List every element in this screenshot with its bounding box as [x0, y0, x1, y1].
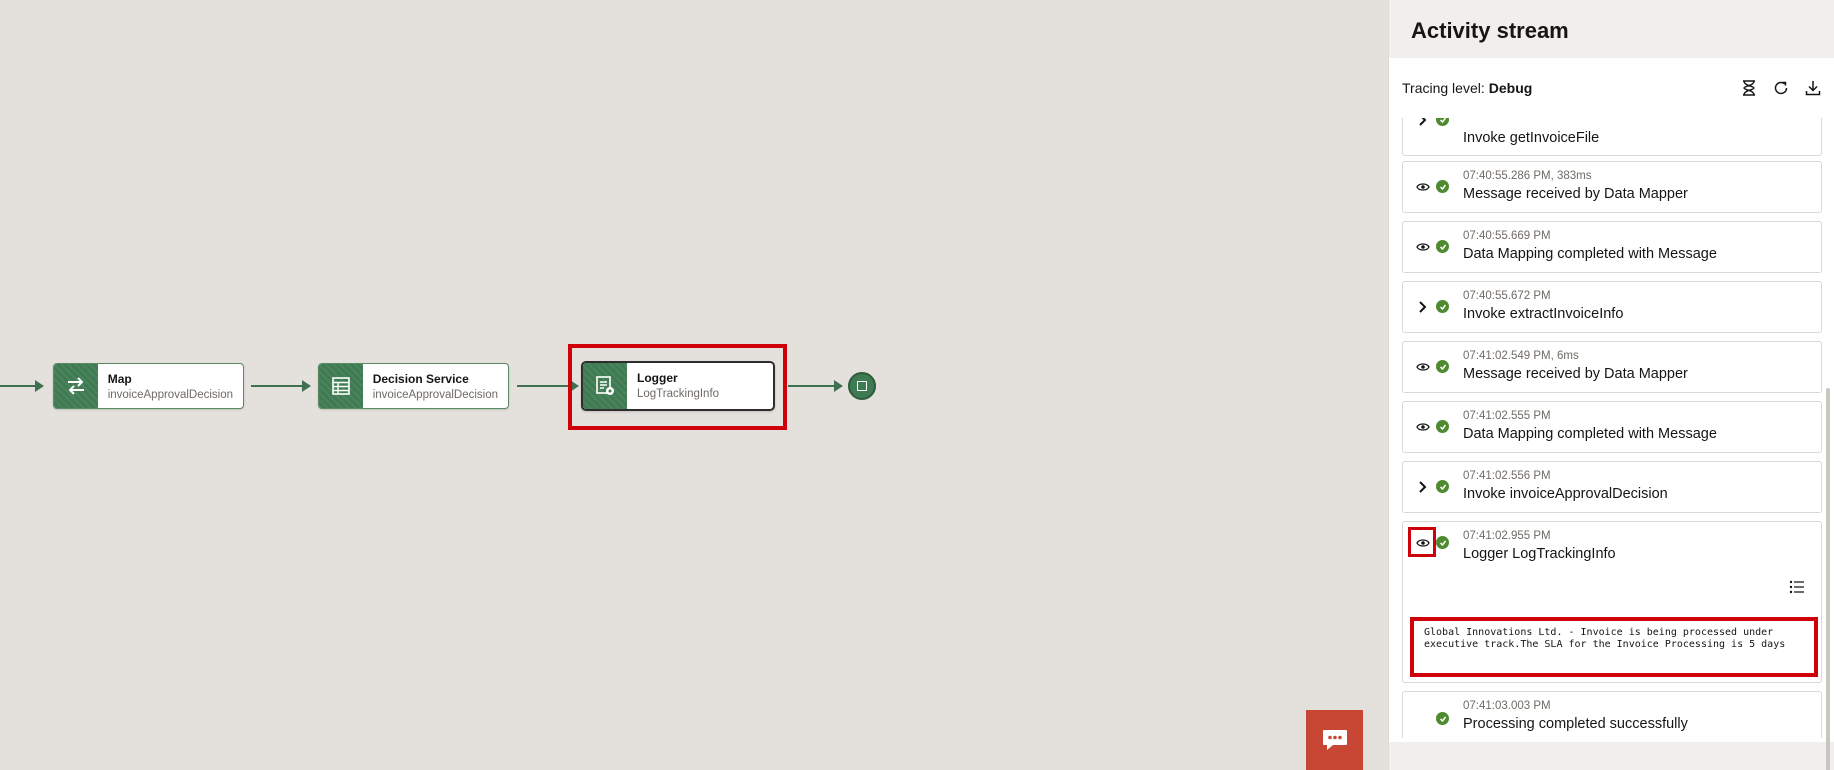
activity-label: Processing completed successfully	[1463, 716, 1688, 732]
activity-timestamp: 07:41:03.003 PM	[1463, 700, 1551, 712]
activity-timestamp: 07:40:55.672 PM	[1463, 290, 1551, 302]
hourglass-icon[interactable]	[1740, 79, 1758, 97]
tracing-level-label: Tracing level:	[1402, 80, 1485, 96]
activity-item[interactable]: 07:40:55.669 PM Data Mapping completed w…	[1402, 221, 1822, 273]
node-title: Logger	[637, 371, 678, 385]
flow-connector	[788, 385, 836, 387]
activity-label: Message received by Data Mapper	[1463, 366, 1688, 382]
check-icon	[1436, 300, 1449, 313]
node-title: Decision Service	[372, 372, 469, 386]
refresh-icon[interactable]	[1772, 79, 1790, 97]
logger-icon	[583, 363, 627, 409]
activity-label: Invoke extractInvoiceInfo	[1463, 306, 1624, 322]
check-icon	[1436, 240, 1449, 253]
activity-timestamp: 07:41:02.555 PM	[1463, 410, 1551, 422]
panel-body: Tracing level: Debug Invoke getInvoiceFi…	[1389, 58, 1834, 770]
eye-icon[interactable]	[1414, 358, 1432, 376]
check-icon	[1436, 360, 1449, 373]
activity-label: Invoke invoiceApprovalDecision	[1463, 486, 1668, 502]
check-icon	[1436, 536, 1449, 549]
chevron-right-icon[interactable]	[1414, 118, 1432, 129]
list-details-icon[interactable]	[1789, 580, 1805, 599]
activity-item[interactable]: 07:41:02.549 PM, 6ms Message received by…	[1402, 341, 1822, 393]
activity-label: Logger LogTrackingInfo	[1463, 546, 1616, 562]
arrowhead	[834, 380, 843, 392]
swap-arrows-icon	[54, 364, 98, 408]
activity-label: Message received by Data Mapper	[1463, 186, 1688, 202]
flow-connector	[517, 385, 572, 387]
activity-item-logger-expanded[interactable]: 07:41:02.955 PM Logger LogTrackingInfo G…	[1402, 521, 1822, 683]
download-icon[interactable]	[1804, 79, 1822, 97]
flow-connector	[251, 385, 304, 387]
activity-label: Invoke getInvoiceFile	[1463, 130, 1600, 146]
activity-stream-panel: Activity stream Tracing level: Debug Inv…	[1388, 0, 1834, 770]
chat-button[interactable]	[1306, 710, 1363, 770]
activity-scrollbar[interactable]	[1825, 158, 1831, 770]
chevron-right-icon[interactable]	[1414, 298, 1432, 316]
activity-item[interactable]: 07:40:55.286 PM, 383ms Message received …	[1402, 161, 1822, 213]
node-subtitle: invoiceApprovalDecision	[372, 389, 498, 401]
node-subtitle: LogTrackingInfo	[637, 388, 720, 400]
flow-connector	[0, 385, 37, 387]
panel-title: Activity stream	[1389, 0, 1834, 58]
chat-bubble-icon	[1322, 730, 1347, 750]
check-icon	[1436, 118, 1449, 126]
activity-item[interactable]: 07:41:02.555 PM Data Mapping completed w…	[1402, 401, 1822, 453]
activity-timestamp: 07:41:02.549 PM, 6ms	[1463, 350, 1579, 362]
activity-timestamp: 07:40:55.669 PM	[1463, 230, 1551, 242]
tracing-level-value: Debug	[1488, 80, 1533, 96]
chevron-right-icon[interactable]	[1414, 478, 1432, 496]
eye-icon[interactable]	[1414, 178, 1432, 196]
activity-item[interactable]: 07:41:02.556 PM Invoke invoiceApprovalDe…	[1402, 461, 1822, 513]
logger-node[interactable]: Logger LogTrackingInfo	[581, 361, 775, 411]
activity-item[interactable]: 07:41:03.003 PM Processing completed suc…	[1402, 691, 1822, 738]
check-icon	[1436, 420, 1449, 433]
check-icon	[1436, 180, 1449, 193]
table-icon	[319, 364, 363, 408]
node-title: Map	[107, 372, 132, 386]
eye-icon[interactable]	[1414, 418, 1432, 436]
map-node[interactable]: Map invoiceApprovalDecision	[53, 363, 244, 409]
activity-timestamp: 07:41:02.556 PM	[1463, 470, 1551, 482]
log-message-text: Global Innovations Ltd. - Invoice is bei…	[1410, 617, 1818, 677]
activity-list: Invoke getInvoiceFile 07:40:55.286 PM, 3…	[1402, 118, 1822, 738]
activity-item[interactable]: Invoke getInvoiceFile	[1402, 118, 1822, 156]
decision-service-node[interactable]: Decision Service invoiceApprovalDecision	[318, 363, 509, 409]
check-icon	[1436, 480, 1449, 493]
check-icon	[1436, 712, 1449, 725]
arrowhead	[35, 380, 44, 392]
activity-label: Data Mapping completed with Message	[1463, 246, 1717, 262]
activity-label: Data Mapping completed with Message	[1463, 426, 1717, 442]
eye-icon[interactable]	[1414, 238, 1432, 256]
arrowhead	[302, 380, 311, 392]
stop-icon[interactable]	[848, 372, 876, 400]
integration-canvas: Map invoiceApprovalDecision Decision Ser…	[0, 0, 1388, 770]
activity-timestamp: 07:41:02.955 PM	[1463, 530, 1551, 542]
node-subtitle: invoiceApprovalDecision	[107, 389, 233, 401]
eye-icon[interactable]	[1414, 534, 1432, 552]
activity-timestamp: 07:40:55.286 PM, 383ms	[1463, 170, 1592, 182]
activity-item[interactable]: 07:40:55.672 PM Invoke extractInvoiceInf…	[1402, 281, 1822, 333]
tracing-toolbar: Tracing level: Debug	[1389, 58, 1834, 118]
